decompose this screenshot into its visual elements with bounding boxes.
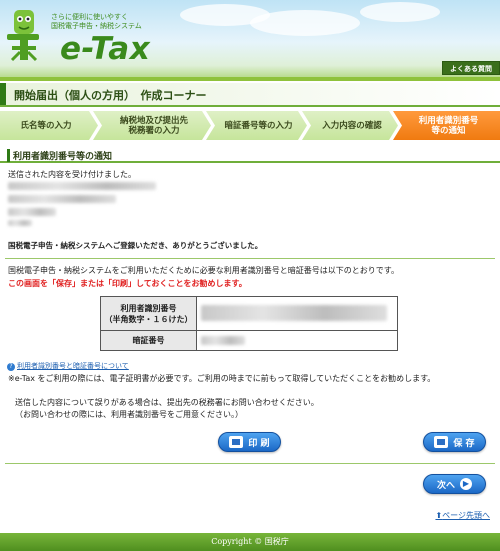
copyright: Copyright © 国税庁 bbox=[211, 537, 289, 546]
save-button[interactable]: 保 存 bbox=[423, 432, 486, 452]
page-title: 開始届出（個人の方用） 作成コーナー bbox=[14, 89, 207, 102]
step-label: 暗証番号等の入力 bbox=[224, 120, 293, 131]
next-button-label: 次へ bbox=[436, 480, 455, 491]
floppy-disk-icon bbox=[434, 436, 449, 448]
step-label-line1: 利用者識別番号 bbox=[418, 115, 479, 126]
divider bbox=[5, 258, 495, 259]
step-name-input: 氏名等の入力 bbox=[0, 111, 98, 140]
contact-message: 送信した内容について誤りがある場合は、提出先の税務署にお問い合わせください。 bbox=[15, 398, 319, 407]
arrow-right-icon: ▶ bbox=[460, 478, 472, 490]
redacted-address bbox=[8, 195, 116, 203]
pin-label: 暗証番号 bbox=[132, 336, 165, 345]
redacted-detail bbox=[8, 208, 56, 216]
etax-mascot-logo bbox=[7, 10, 39, 62]
step-label: 氏名等の入力 bbox=[20, 120, 72, 131]
divider bbox=[5, 463, 495, 464]
print-button[interactable]: 印 刷 bbox=[218, 432, 281, 452]
step-label-line1: 納税地及び提出先 bbox=[119, 115, 188, 126]
title-rule bbox=[0, 105, 500, 107]
step-id-notice: 利用者識別番号 等の通知 bbox=[393, 111, 500, 140]
redacted-user-id bbox=[201, 305, 387, 321]
page-title-bar: 開始届出（個人の方用） 作成コーナー bbox=[0, 83, 500, 105]
step-label-line2: 等の通知 bbox=[431, 125, 466, 136]
step-label-line2: 税務署の入力 bbox=[128, 125, 180, 136]
contact-note: （お問い合わせの際には、利用者識別番号をご用意ください。） bbox=[15, 410, 243, 419]
step-label: 納税地及び提出先 税務署の入力 bbox=[120, 116, 188, 136]
pin-label-cell: 暗証番号 bbox=[100, 330, 197, 351]
etax-logo-text: e-Tax bbox=[60, 31, 151, 67]
pin-value-cell bbox=[196, 330, 398, 351]
received-message: 送信された内容を受け付けました。 bbox=[8, 170, 136, 179]
save-button-label: 保 存 bbox=[453, 438, 475, 449]
section-heading: 利用者識別番号等の通知 bbox=[7, 149, 112, 162]
thanks-message: 国税電子申告・納税システムへご登録いただき、ありがとうございました。 bbox=[8, 241, 263, 250]
identifier-table: 利用者識別番号 （半角数字・１６けた） 暗証番号 bbox=[100, 296, 398, 351]
notice-message: 国税電子申告・納税システムをご利用いただくために必要な利用者識別番号と暗証番号は… bbox=[8, 266, 399, 275]
redacted-detail bbox=[8, 220, 32, 226]
step-pin-input: 暗証番号等の入力 bbox=[206, 111, 307, 140]
faq-button[interactable]: よくある質問 bbox=[442, 61, 500, 75]
page-top-label: ページ先頭へ bbox=[442, 511, 490, 520]
help-link[interactable]: ? 利用者識別番号と暗証番号について bbox=[7, 361, 129, 371]
print-button-label: 印 刷 bbox=[248, 438, 270, 449]
warning-message: この画面を「保存」または「印刷」しておくことをお勧めします。 bbox=[8, 279, 247, 288]
step-address-input: 納税地及び提出先 税務署の入力 bbox=[93, 111, 211, 140]
redacted-name bbox=[8, 182, 156, 190]
site-header: さらに便利に使いやすく 国税電子申告・納税システム e-Tax よくある質問 bbox=[0, 0, 500, 77]
redacted-pin bbox=[201, 336, 245, 345]
section-heading-bar: 利用者識別番号等の通知 bbox=[0, 147, 500, 163]
next-button[interactable]: 次へ ▶ bbox=[423, 474, 486, 494]
site-footer: Copyright © 国税庁 bbox=[0, 533, 500, 551]
id-label-cell: 利用者識別番号 （半角数字・１６けた） bbox=[100, 296, 197, 331]
step-label: 入力内容の確認 bbox=[322, 120, 382, 131]
help-link-label: 利用者識別番号と暗証番号について bbox=[17, 362, 129, 370]
step-confirm: 入力内容の確認 bbox=[302, 111, 398, 140]
certificate-note: ※e-Tax をご利用の際には、電子証明書が必要です。ご利用の時までに前もって取… bbox=[8, 374, 436, 383]
page-top-link[interactable]: ⬆ページ先頭へ bbox=[435, 510, 490, 521]
question-icon: ? bbox=[7, 363, 15, 371]
id-label-line1: 利用者識別番号 bbox=[120, 303, 177, 313]
id-label-line2: （半角数字・１６けた） bbox=[104, 314, 193, 324]
printer-icon bbox=[229, 436, 244, 448]
step-label: 利用者識別番号 等の通知 bbox=[419, 116, 479, 136]
id-value-cell bbox=[196, 296, 398, 331]
header-rule bbox=[0, 77, 500, 81]
progress-steps: 氏名等の入力 納税地及び提出先 税務署の入力 暗証番号等の入力 入力内容の確認 利… bbox=[0, 111, 500, 140]
tagline-line2: 国税電子申告・納税システム bbox=[51, 22, 142, 30]
